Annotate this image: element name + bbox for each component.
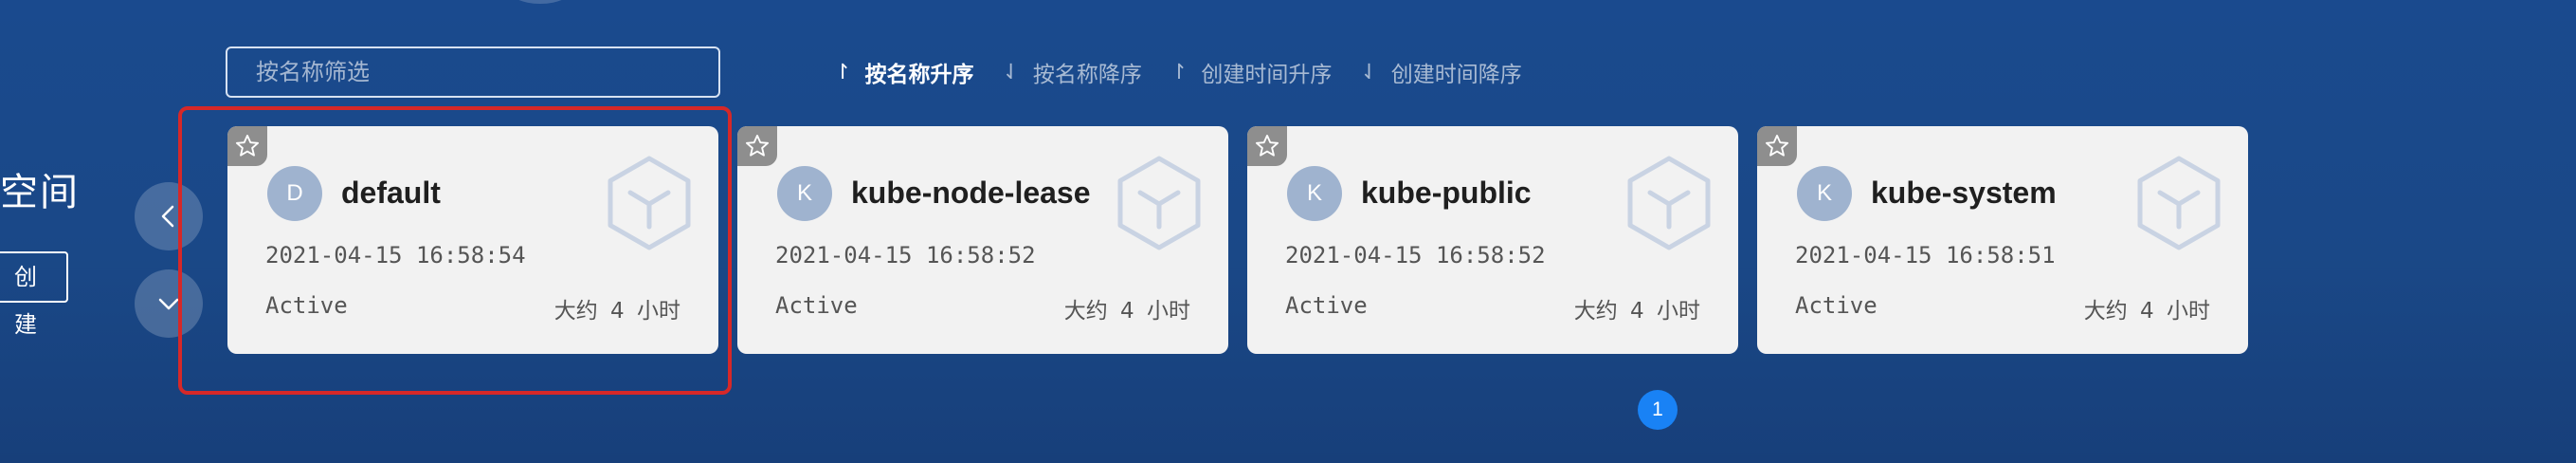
star-icon (235, 134, 260, 157)
sort-label: 按名称升序 (864, 63, 974, 87)
age-text: 大约 4 小时 (1063, 299, 1190, 324)
favorite-button[interactable] (1247, 126, 1287, 166)
sort-desc-icon: ⇃ (1360, 60, 1378, 84)
favorite-button[interactable] (1757, 126, 1797, 166)
namespace-card-kube-system[interactable]: K kube-system 2021-04-15 16:58:51 Active… (1757, 126, 2248, 354)
sort-label: 创建时间降序 (1390, 63, 1522, 87)
favorite-button[interactable] (737, 126, 777, 166)
created-time: 2021-04-15 16:58:52 (775, 242, 1036, 269)
sort-desc-icon: ⇃ (1002, 60, 1020, 84)
status-text: Active (1285, 292, 1368, 319)
cube-icon (1117, 156, 1201, 250)
sort-name-asc[interactable]: ↾ 按名称升序 (834, 56, 973, 88)
collapse-button[interactable] (135, 269, 203, 338)
sort-asc-icon: ↾ (1170, 60, 1188, 84)
sort-bar: ↾ 按名称升序 ⇃ 按名称降序 ↾ 创建时间升序 ⇃ 创建时间降序 (834, 55, 1551, 89)
status-text: Active (265, 292, 348, 319)
favorite-button[interactable] (227, 126, 267, 166)
sort-label: 创建时间升序 (1201, 63, 1333, 87)
created-time: 2021-04-15 16:58:51 (1795, 242, 2056, 269)
created-time: 2021-04-15 16:58:52 (1285, 242, 1546, 269)
status-text: Active (775, 292, 858, 319)
avatar: D (267, 166, 322, 221)
namespace-name[interactable]: kube-node-lease (851, 176, 1091, 211)
age-text: 大约 4 小时 (1573, 299, 1700, 324)
age-text: 大约 4 小时 (553, 299, 680, 324)
avatar: K (1287, 166, 1342, 221)
top-partial-circle (507, 0, 573, 4)
avatar: K (777, 166, 832, 221)
cube-icon (2137, 156, 2221, 250)
sort-asc-icon: ↾ (834, 60, 852, 84)
namespace-name[interactable]: default (341, 176, 441, 211)
search-input[interactable] (226, 46, 720, 98)
namespace-card-kube-node-lease[interactable]: K kube-node-lease 2021-04-15 16:58:52 Ac… (737, 126, 1228, 354)
sort-name-desc[interactable]: ⇃ 按名称降序 (1002, 56, 1141, 88)
star-icon (745, 134, 770, 157)
namespace-name[interactable]: kube-public (1361, 176, 1532, 211)
cube-icon (608, 156, 691, 250)
pagination-page-1[interactable]: 1 (1638, 390, 1678, 430)
namespace-name[interactable]: kube-system (1871, 176, 2057, 211)
sort-label: 按名称降序 (1032, 63, 1142, 87)
chevron-left-icon (161, 205, 174, 228)
cube-icon (1627, 156, 1711, 250)
namespace-card-default[interactable]: D default 2021-04-15 16:58:54 Active 大约 … (227, 126, 718, 354)
prev-button[interactable] (135, 182, 203, 250)
avatar: K (1797, 166, 1852, 221)
age-text: 大约 4 小时 (2083, 299, 2210, 324)
created-time: 2021-04-15 16:58:54 (265, 242, 526, 269)
create-button[interactable]: 创 建 (0, 251, 68, 338)
sort-created-desc[interactable]: ⇃ 创建时间降序 (1360, 56, 1521, 88)
page-title: 空间 (0, 171, 80, 214)
star-icon (1765, 134, 1789, 157)
status-text: Active (1795, 292, 1878, 319)
sort-created-asc[interactable]: ↾ 创建时间升序 (1170, 56, 1332, 88)
star-icon (1255, 134, 1279, 157)
namespace-card-kube-public[interactable]: K kube-public 2021-04-15 16:58:52 Active… (1247, 126, 1738, 354)
chevron-down-icon (158, 298, 179, 310)
